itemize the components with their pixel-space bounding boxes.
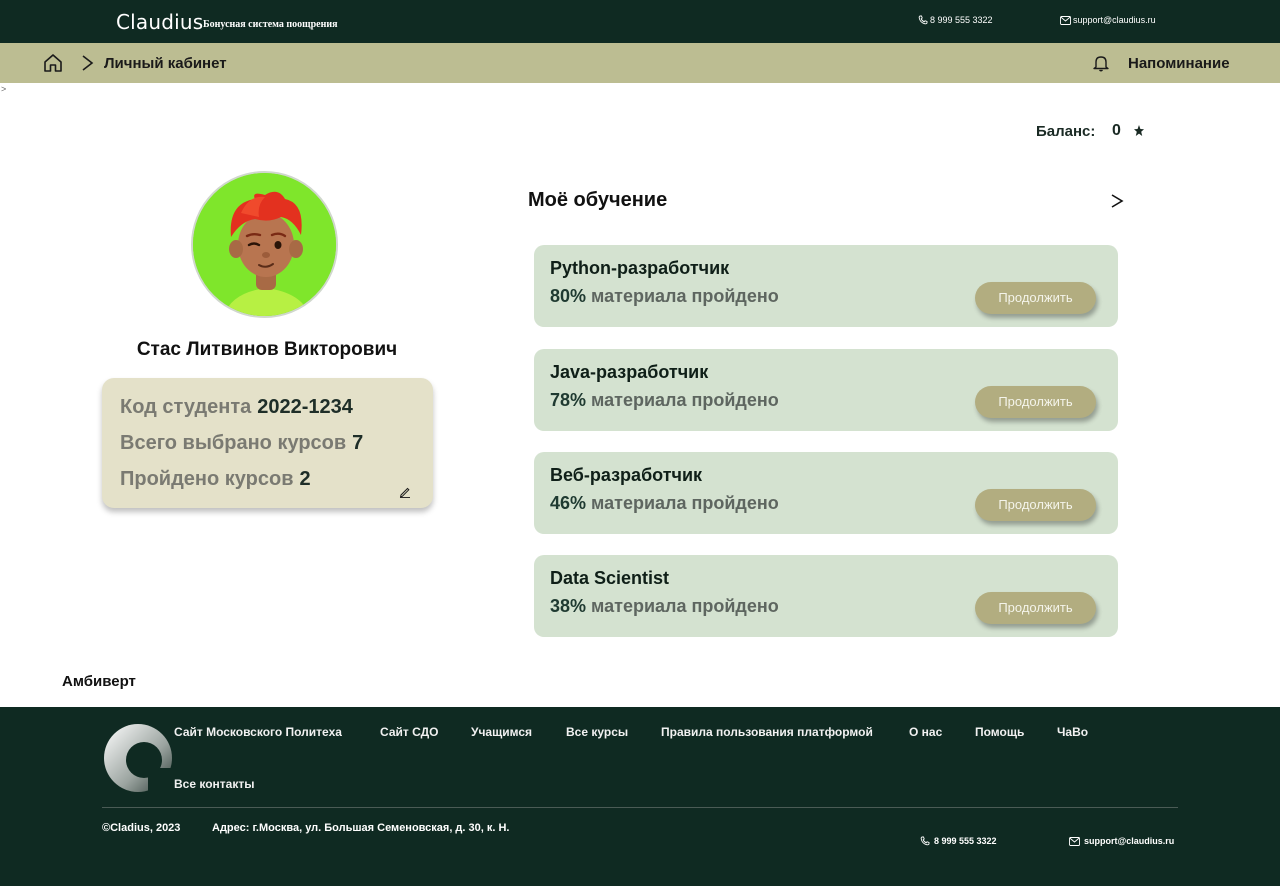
- chevron-right-icon: [82, 55, 94, 71]
- stray-marker: >: [1, 84, 7, 94]
- avatar[interactable]: [191, 171, 338, 318]
- course-progress: 80% материала пройдено: [550, 286, 779, 307]
- course-percent: 46%: [550, 493, 587, 513]
- phone-icon: [918, 15, 928, 25]
- course-percent: 80%: [550, 286, 587, 306]
- total-courses-row: Всего выбрано курсов 7: [120, 432, 363, 455]
- total-courses-value: 7: [352, 432, 364, 454]
- footer: Сайт Московского Политеха Сайт СДО Учащи…: [0, 707, 1280, 886]
- footer-link-students[interactable]: Учащимся: [471, 725, 532, 739]
- continue-button[interactable]: Продолжить: [975, 592, 1096, 624]
- footer-link-about[interactable]: О нас: [909, 725, 942, 739]
- reminder-link[interactable]: Напоминание: [1128, 55, 1230, 72]
- footer-link-help[interactable]: Помощь: [975, 725, 1024, 739]
- completed-courses-value: 2: [299, 468, 311, 490]
- footer-link-sdo[interactable]: Сайт СДО: [380, 725, 438, 739]
- header-phone-text: 8 999 555 3322: [930, 15, 993, 25]
- footer-link-courses[interactable]: Все курсы: [566, 725, 628, 739]
- student-code-row: Код студента 2022-1234: [120, 396, 353, 419]
- student-code-value: 2022-1234: [257, 396, 353, 418]
- avatar-illustration: [193, 173, 336, 316]
- course-progress-text: материала пройдено: [591, 596, 779, 616]
- completed-courses-row: Пройдено курсов 2: [120, 468, 311, 491]
- course-card: Веб-разработчик 46% материала пройдено П…: [534, 452, 1118, 534]
- student-info-card: Код студента 2022-1234 Всего выбрано курс…: [102, 378, 433, 508]
- personality-type: Амбиверт: [62, 673, 136, 690]
- footer-address: Адрес: г.Москва, ул. Большая Семеновская…: [212, 822, 510, 834]
- course-name: Data Scientist: [550, 568, 670, 588]
- header-phone[interactable]: 8 999 555 3322: [918, 15, 993, 25]
- bell-icon[interactable]: [1092, 54, 1110, 72]
- footer-email-text: support@claudius.ru: [1084, 836, 1175, 846]
- course-progress-text: материала пройдено: [591, 390, 779, 410]
- bonus-coin-icon: [1134, 125, 1144, 136]
- chevron-right-icon[interactable]: [1110, 193, 1124, 209]
- pencil-icon[interactable]: [399, 486, 411, 498]
- continue-button[interactable]: Продолжить: [975, 386, 1096, 418]
- footer-divider: [102, 807, 1178, 808]
- course-card: Python-разработчик 80% материала пройден…: [534, 245, 1118, 327]
- footer-copyright: ©Cladius, 2023: [102, 822, 181, 834]
- course-percent: 78%: [550, 390, 587, 410]
- balance-label: Баланс:: [1036, 123, 1096, 140]
- footer-email[interactable]: support@claudius.ru: [1069, 836, 1174, 846]
- course-progress: 78% материала пройдено: [550, 390, 779, 411]
- breadcrumb-current[interactable]: Личный кабинет: [104, 55, 227, 72]
- mail-icon: [1069, 836, 1080, 846]
- student-code-label: Код студента: [120, 396, 252, 418]
- course-card: Java-разработчик 78% материала пройдено …: [534, 349, 1118, 431]
- footer-phone-text: 8 999 555 3322: [934, 836, 997, 846]
- brand-logo[interactable]: Claudius: [116, 10, 203, 34]
- total-courses-label: Всего выбрано курсов: [120, 432, 347, 454]
- header-email[interactable]: support@claudius.ru: [1060, 15, 1156, 25]
- home-icon[interactable]: [43, 53, 63, 73]
- course-progress-text: материала пройдено: [591, 286, 779, 306]
- mail-icon: [1060, 15, 1071, 25]
- course-name: Java-разработчик: [550, 362, 709, 382]
- footer-link-contacts[interactable]: Все контакты: [174, 777, 254, 791]
- breadcrumb-bar: Личный кабинет Напоминание: [0, 43, 1280, 83]
- continue-button[interactable]: Продолжить: [975, 489, 1096, 521]
- continue-button[interactable]: Продолжить: [975, 282, 1096, 314]
- footer-link-polytech[interactable]: Сайт Московского Политеха: [174, 725, 342, 739]
- course-card: Data Scientist 38% материала пройдено Пр…: [534, 555, 1118, 637]
- course-progress: 46% материала пройдено: [550, 493, 779, 514]
- header-email-text: support@claudius.ru: [1073, 15, 1156, 25]
- course-name: Веб-разработчик: [550, 465, 703, 485]
- course-progress: 38% материала пройдено: [550, 596, 779, 617]
- footer-phone[interactable]: 8 999 555 3322: [920, 836, 997, 846]
- phone-icon: [920, 836, 930, 846]
- course-name: Python-разработчик: [550, 258, 730, 278]
- balance-value: 0: [1112, 122, 1121, 139]
- footer-link-faq[interactable]: ЧаВо: [1057, 725, 1088, 739]
- brand-subtitle: Бонусная система поощрения: [203, 19, 338, 30]
- completed-courses-label: Пройдено курсов: [120, 468, 294, 490]
- footer-link-rules[interactable]: Правила пользования платформой: [661, 725, 873, 739]
- student-name: Стас Литвинов Викторович: [136, 339, 398, 360]
- course-percent: 38%: [550, 596, 587, 616]
- footer-logo[interactable]: [102, 722, 174, 794]
- top-header: Claudius Бонусная система поощрения 8 99…: [0, 0, 1280, 43]
- course-progress-text: материала пройдено: [591, 493, 779, 513]
- my-learning-title: Моё обучение: [528, 189, 668, 211]
